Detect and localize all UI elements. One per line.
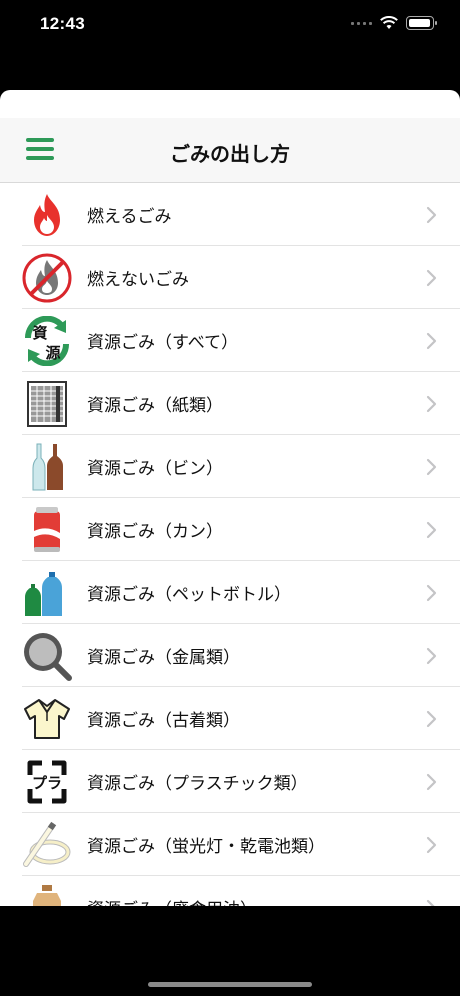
chevron-right-icon xyxy=(426,206,437,223)
list-item-cooking-oil[interactable]: 資源ごみ（廃食用油） xyxy=(0,876,460,906)
fluorescent-lamp-icon xyxy=(22,820,72,870)
plastic-icon-text: プラ xyxy=(32,774,62,792)
chevron-right-icon xyxy=(426,458,437,475)
list-item-plastics[interactable]: プラ 資源ごみ（プラスチック類） xyxy=(0,750,460,813)
pet-bottles-icon xyxy=(22,568,72,618)
list-item-label: 資源ごみ（ビン） xyxy=(87,459,223,479)
chevron-right-icon xyxy=(426,647,437,664)
modal-sheet: ごみの出し方 燃えるごみ 燃えないごみ 資 源 資源ごみ（すべて） 資源ごみ（紙… xyxy=(0,90,460,906)
chevron-right-icon xyxy=(426,521,437,538)
bottles-icon xyxy=(22,442,72,492)
list-item-lamps-batteries[interactable]: 資源ごみ（蛍光灯・乾電池類） xyxy=(0,813,460,876)
list-item-label: 資源ごみ（カン） xyxy=(87,522,223,542)
chevron-right-icon xyxy=(426,899,436,906)
recycle-icon-text-top: 資 xyxy=(32,324,47,342)
frying-pan-icon xyxy=(22,631,72,681)
garbage-category-list: 燃えるごみ 燃えないごみ 資 源 資源ごみ（すべて） 資源ごみ（紙類） 資源ごみ… xyxy=(0,183,460,906)
list-item-metals[interactable]: 資源ごみ（金属類） xyxy=(0,624,460,687)
list-item-resources-all[interactable]: 資 源 資源ごみ（すべて） xyxy=(0,309,460,372)
chevron-right-icon xyxy=(426,836,437,853)
paper-bundle-icon xyxy=(22,379,72,429)
battery-icon xyxy=(406,16,437,30)
list-item-label: 資源ごみ（廃食用油） xyxy=(87,895,426,906)
page-title: ごみの出し方 xyxy=(170,142,290,166)
chevron-right-icon xyxy=(426,710,437,727)
can-icon xyxy=(22,505,72,555)
list-item-label: 資源ごみ（すべて） xyxy=(87,333,239,353)
wifi-icon xyxy=(380,16,398,29)
list-item-label: 資源ごみ（紙類） xyxy=(87,396,223,416)
navigation-bar: ごみの出し方 xyxy=(0,118,460,183)
chevron-right-icon xyxy=(426,395,437,412)
list-item-label: 資源ごみ（ペットボトル） xyxy=(87,585,291,605)
list-item-clothes[interactable]: 資源ごみ（古着類） xyxy=(0,687,460,750)
list-item-paper[interactable]: 資源ごみ（紙類） xyxy=(0,372,460,435)
list-item-bottles[interactable]: 資源ごみ（ビン） xyxy=(0,435,460,498)
list-item-pet-bottles[interactable]: 資源ごみ（ペットボトル） xyxy=(0,561,460,624)
fire-icon xyxy=(22,190,72,240)
oil-container-icon xyxy=(22,883,72,906)
list-item-label: 資源ごみ（プラスチック類） xyxy=(87,774,308,794)
chevron-right-icon xyxy=(426,332,437,349)
chevron-right-icon xyxy=(426,269,437,286)
plastic-mark-icon: プラ xyxy=(22,757,72,807)
list-item-non-burnable[interactable]: 燃えないごみ xyxy=(0,246,460,309)
list-item-label: 燃えないごみ xyxy=(87,270,189,290)
shirt-icon xyxy=(22,694,72,744)
no-fire-icon xyxy=(22,253,72,303)
list-item-label: 燃えるごみ xyxy=(87,207,172,227)
cellular-signal-icon xyxy=(351,21,372,25)
list-item-label: 資源ごみ（古着類） xyxy=(87,711,240,731)
recycle-icon-text-bottom: 源 xyxy=(45,344,60,362)
status-indicators xyxy=(351,16,437,30)
list-item-label: 資源ごみ（蛍光灯・乾電池類） xyxy=(87,837,325,857)
status-time: 12:43 xyxy=(40,14,85,33)
list-item-label: 資源ごみ（金属類） xyxy=(87,648,240,668)
list-item-burnable[interactable]: 燃えるごみ xyxy=(0,183,460,246)
recycle-resources-icon: 資 源 xyxy=(22,315,72,366)
chevron-right-icon xyxy=(426,584,437,601)
list-item-cans[interactable]: 資源ごみ（カン） xyxy=(0,498,460,561)
status-bar: 12:43 xyxy=(0,0,460,50)
home-indicator[interactable] xyxy=(148,982,312,987)
chevron-right-icon xyxy=(426,773,437,790)
